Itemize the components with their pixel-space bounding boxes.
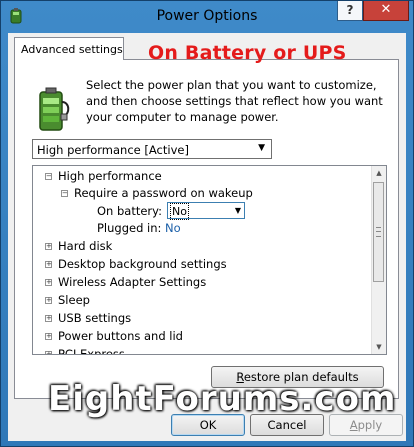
scroll-thumb[interactable]: [373, 182, 384, 282]
tree-node-password-wakeup[interactable]: − Require a password on wakeup: [61, 185, 253, 202]
battery-plug-icon: [39, 87, 70, 131]
annotation-overlay: On Battery or UPS: [148, 42, 347, 64]
tree-node-sleep[interactable]: + Sleep: [45, 292, 90, 309]
expand-icon[interactable]: +: [45, 315, 52, 322]
chevron-down-icon: ▼: [258, 143, 265, 153]
title-bar[interactable]: Power Options ? ✕: [1, 1, 413, 33]
grip-icon: [376, 227, 381, 237]
expand-icon[interactable]: +: [45, 261, 52, 268]
settings-tree[interactable]: − High performance − Require a password on…: [32, 165, 387, 355]
tree-node-label: PCI Express: [58, 347, 125, 355]
watermark-text: EightForums.com: [48, 379, 397, 419]
tree-node-label: Sleep: [58, 293, 90, 307]
scroll-down-arrow-icon[interactable]: ▼: [372, 340, 386, 354]
apply-button[interactable]: Apply: [329, 414, 403, 436]
access-key-letter: A: [349, 418, 358, 432]
tree-node-pci-express[interactable]: + PCI Express: [45, 346, 125, 355]
intro-text: Select the power plan that you want to c…: [86, 78, 383, 124]
help-button[interactable]: ?: [337, 1, 363, 21]
close-button[interactable]: ✕: [363, 1, 409, 21]
power-options-window: Power Options ? ✕ Advanced settings On B…: [0, 0, 414, 447]
tree-node-hard-disk[interactable]: + Hard disk: [45, 238, 112, 255]
on-battery-label: On battery:: [97, 204, 163, 218]
collapse-icon[interactable]: −: [61, 190, 68, 197]
expand-icon[interactable]: +: [45, 279, 52, 286]
tree-node-desktop-background[interactable]: + Desktop background settings: [45, 256, 227, 273]
chevron-down-icon: ▼: [234, 206, 241, 215]
tree-node-wireless-adapter[interactable]: + Wireless Adapter Settings: [45, 274, 206, 291]
expand-icon[interactable]: +: [45, 333, 52, 340]
tree-node-label: Hard disk: [58, 239, 113, 253]
tab-label: Advanced settings: [21, 43, 123, 56]
tree-node-plan[interactable]: − High performance: [45, 168, 162, 185]
tree-scrollbar[interactable]: ▲ ▼: [371, 166, 386, 354]
power-plan-dropdown[interactable]: High performance [Active] ▼: [32, 139, 272, 159]
tree-node-label: High performance: [58, 169, 162, 183]
tree-node-label: Power buttons and lid: [58, 329, 183, 343]
on-battery-dropdown[interactable]: No ▼: [167, 202, 245, 220]
plugged-in-value[interactable]: No: [165, 220, 181, 237]
plugged-in-label: Plugged in:: [97, 221, 162, 235]
tree-node-label: USB settings: [58, 311, 132, 325]
ok-button[interactable]: OK: [171, 414, 245, 436]
scroll-up-arrow-icon[interactable]: ▲: [372, 166, 386, 180]
expand-icon[interactable]: +: [45, 243, 52, 250]
tree-node-power-buttons[interactable]: + Power buttons and lid: [45, 328, 183, 345]
expand-icon[interactable]: +: [45, 297, 52, 304]
dialog-client-area: Advanced settings On Battery or UPS Sele…: [8, 33, 406, 441]
expand-icon[interactable]: +: [45, 351, 52, 354]
collapse-icon[interactable]: −: [45, 173, 52, 180]
cancel-button[interactable]: Cancel: [250, 414, 324, 436]
power-plan-selected-value: High performance [Active]: [37, 143, 189, 157]
tree-node-label: Wireless Adapter Settings: [58, 275, 207, 289]
button-label: pply: [357, 418, 383, 432]
tree-node-usb-settings[interactable]: + USB settings: [45, 310, 131, 327]
tree-node-label: Require a password on wakeup: [74, 186, 253, 200]
tab-advanced-settings[interactable]: Advanced settings: [14, 37, 124, 60]
tree-node-label: Desktop background settings: [58, 257, 227, 271]
on-battery-value: No: [170, 203, 189, 220]
